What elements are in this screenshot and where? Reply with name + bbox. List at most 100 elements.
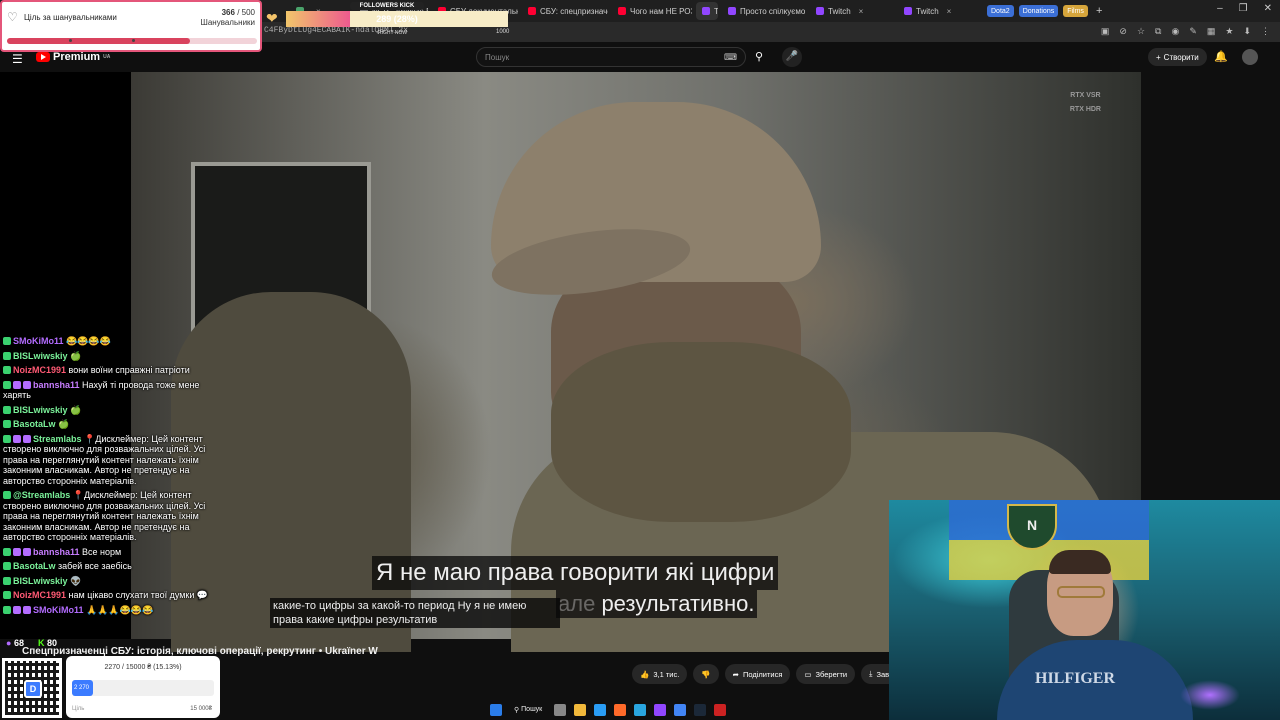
windows-start-icon[interactable] — [490, 703, 502, 716]
chat-username[interactable]: NoizMC1991 — [13, 590, 69, 600]
new-tab-button[interactable]: + — [1096, 5, 1102, 17]
webcam-person-hair — [1049, 550, 1111, 574]
taskbar-app-icon[interactable] — [634, 703, 647, 716]
maximize-button[interactable]: ❐ — [1239, 3, 1248, 14]
bookmark-tab-group[interactable]: Dota2 — [987, 5, 1014, 17]
screen: ×NCP - Analyze Bro×СБУ документальні×СБУ… — [0, 0, 1280, 720]
chat-text: 🙏🙏🙏😂😂😂 — [86, 604, 154, 615]
extension-icon[interactable]: ⊘ — [1119, 26, 1127, 37]
chat-username[interactable]: bannsha11 — [33, 547, 82, 557]
tab-favicon-icon — [904, 7, 912, 15]
chat-badge-icon — [3, 405, 11, 414]
browser-tab[interactable]: Twitch × — [898, 2, 982, 20]
chat-username[interactable]: BISLwiwskiy — [13, 576, 70, 586]
chat-message: bannsha11 Нахуй ті провода тоже мене хар… — [3, 380, 218, 401]
extension-icon[interactable]: ★ — [1225, 26, 1233, 37]
chat-username[interactable]: SMoKiMo11 — [33, 605, 86, 615]
extension-icon[interactable]: ☆ — [1137, 26, 1145, 37]
caption-line-2-text: результативно. — [601, 591, 755, 616]
browser-tab[interactable]: Twitch × — [810, 2, 894, 20]
taskbar-app-icon[interactable] — [574, 703, 587, 716]
extension-icon[interactable]: ✎ — [1189, 26, 1197, 37]
chat-badge-icon — [3, 434, 11, 443]
close-window-button[interactable]: ✕ — [1264, 3, 1272, 14]
taskbar-app-icon[interactable] — [674, 703, 687, 716]
chat-text: вони воїни справжні патріоти — [68, 365, 190, 375]
chat-username[interactable]: @Streamlabs — [13, 490, 73, 500]
chat-username[interactable]: SMoKiMo11 — [13, 336, 66, 346]
taskbar-app-icon[interactable] — [554, 703, 567, 716]
browser-tab[interactable]: Twitch — [696, 2, 718, 20]
microphone-icon[interactable]: 🎤 — [782, 47, 802, 67]
chat-badge-icon — [13, 380, 21, 389]
tab-close-icon[interactable]: × — [859, 7, 864, 16]
minimize-button[interactable]: – — [1217, 3, 1223, 14]
extension-icon[interactable]: ▦ — [1207, 26, 1216, 37]
tab-title: Twitch — [828, 6, 851, 16]
save-button[interactable]: ▭ Зберегти — [796, 664, 856, 684]
extension-icon[interactable]: ⬇ — [1243, 26, 1251, 37]
goal-caption: Шанувальники — [200, 18, 256, 27]
taskbar-app-icon[interactable] — [694, 703, 707, 716]
chat-text: 👽 — [70, 575, 82, 586]
taskbar-app-icon[interactable] — [714, 703, 727, 716]
video-actions: 👍3,1 тис. 👎 ➦Поділитися ▭Зберегти ⤓Заван… — [632, 664, 909, 684]
chat-badge-icon — [3, 351, 11, 360]
search-input[interactable]: Пошук ⌨ — [476, 47, 746, 67]
chat-username[interactable]: Streamlabs — [33, 434, 84, 444]
chat-message: BISLwiwskiy 🍏 — [3, 351, 218, 362]
rtx-badges: RTX VSR RTX HDR — [1070, 92, 1101, 114]
create-button[interactable]: + Створити — [1148, 48, 1207, 66]
chat-message: BISLwiwskiy 👽 — [3, 576, 218, 587]
chat-username[interactable]: BasotaLw — [13, 561, 58, 571]
browser-tab[interactable]: СБУ: спецпризначе× — [522, 2, 608, 20]
browser-tab[interactable]: Просто спілкуємо× — [722, 2, 806, 20]
chat-badge-icon — [3, 605, 11, 614]
webcam-light-glow — [1180, 680, 1240, 710]
bookmark-tab-group[interactable]: Donations — [1018, 5, 1059, 17]
menu-icon[interactable]: ⋮ — [1261, 26, 1270, 37]
extension-icon[interactable]: ▣ — [1101, 26, 1110, 37]
taskbar-app-icon[interactable] — [654, 703, 667, 716]
menu-hamburger-icon[interactable]: ☰ — [12, 52, 23, 66]
chat-badge-icon — [13, 547, 21, 556]
taskbar-app-icon[interactable] — [614, 703, 627, 716]
rtx-hdr-badge: RTX HDR — [1069, 106, 1101, 113]
chat-badge-icon — [23, 380, 31, 389]
taskbar-app-icon[interactable] — [594, 703, 607, 716]
extension-icon[interactable]: ◉ — [1171, 26, 1179, 37]
chat-badge-icon — [13, 434, 21, 443]
tab-title: Twitch — [714, 6, 718, 16]
webcam-feed: N HILFIGER — [889, 500, 1280, 720]
chat-text: 🍏 — [70, 350, 82, 361]
chat-message: SMoKiMo11 🙏🙏🙏😂😂😂 — [3, 605, 218, 616]
taskbar-search[interactable]: ⚲ Пошук — [510, 706, 546, 714]
heart-icon: ❤ — [266, 10, 278, 26]
chat-username[interactable]: bannsha11 — [33, 380, 82, 390]
keyboard-icon[interactable]: ⌨ — [724, 52, 737, 63]
share-button[interactable]: ➦ Поділитися — [724, 664, 791, 684]
donation-qr-code: D — [2, 658, 62, 718]
youtube-logo[interactable]: Premium UA — [36, 51, 110, 63]
goal-tick — [132, 39, 135, 42]
donation-label: Ціль — [72, 706, 85, 712]
chat-username[interactable]: BasotaLw — [13, 419, 58, 429]
search-icon: ⚲ — [514, 706, 520, 714]
chat-username[interactable]: BISLwiwskiy — [13, 405, 70, 415]
browser-tab[interactable]: Чого нам НЕ РОЗ× — [612, 2, 692, 20]
save-label: Зберегти — [815, 669, 848, 679]
bell-icon[interactable]: 🔔 — [1214, 50, 1228, 63]
extension-icon[interactable]: ⧉ — [1155, 26, 1161, 37]
chat-username[interactable]: BISLwiwskiy — [13, 351, 70, 361]
dislike-button[interactable]: 👎 — [693, 664, 719, 684]
avatar[interactable] — [1242, 49, 1258, 65]
bookmark-tab-group[interactable]: Films — [1063, 5, 1088, 17]
like-count: 3,1 тис. — [653, 669, 680, 679]
chat-username[interactable]: NoizMC1991 — [13, 365, 69, 375]
like-button[interactable]: 👍 3,1 тис. — [632, 664, 688, 684]
tab-title: Просто спілкуємо — [740, 6, 806, 16]
search-icon[interactable]: ⚲ — [750, 47, 768, 67]
auto-caption: какие-то цифры за какой-то период Ну я н… — [270, 598, 560, 628]
download-icon: ⤓ — [869, 669, 873, 678]
tab-close-icon[interactable]: × — [947, 7, 952, 16]
